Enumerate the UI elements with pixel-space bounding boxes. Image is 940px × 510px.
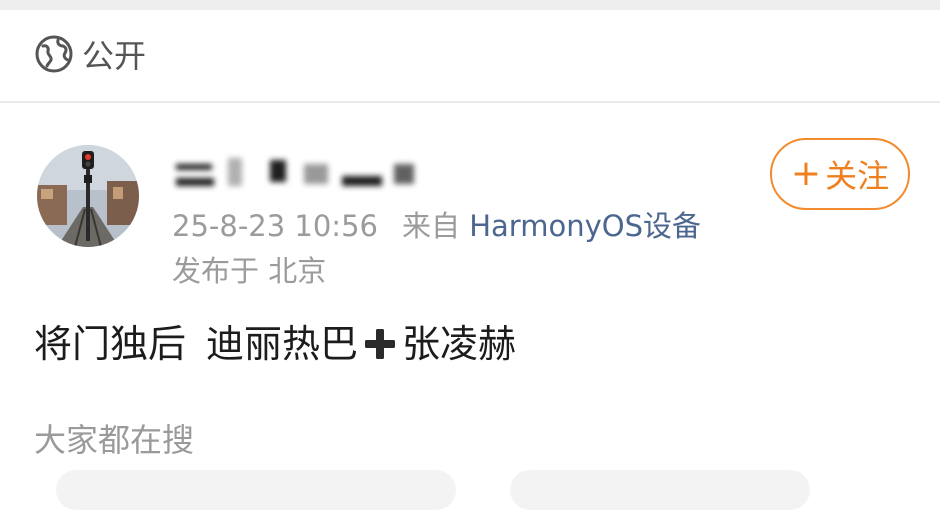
post-meta: 25-8-23 10:56 来自 HarmonyOS设备 — [172, 207, 701, 245]
trending-chip[interactable] — [510, 470, 810, 510]
globe-icon — [34, 34, 74, 78]
source-link[interactable]: HarmonyOS设备 — [469, 209, 701, 243]
visibility-indicator: 公开 — [34, 34, 147, 78]
follow-label: 关注 — [825, 157, 890, 195]
avatar[interactable] — [37, 145, 139, 247]
post-text-a: 将门独后 — [34, 322, 187, 366]
post-text: 将门独后 迪丽热巴 张凌赫 — [34, 320, 516, 368]
timestamp: 25-8-23 10:56 — [172, 209, 378, 243]
follow-button[interactable]: + 关注 — [770, 138, 910, 210]
username-redacted[interactable] — [172, 150, 422, 192]
top-separator — [0, 0, 940, 10]
divider — [0, 101, 940, 103]
location: 发布于 北京 — [172, 254, 327, 288]
trending-chip[interactable] — [56, 470, 456, 510]
source-prefix: 来自 — [401, 209, 460, 243]
post-text-c: 张凌赫 — [402, 322, 517, 366]
visibility-label: 公开 — [82, 37, 147, 75]
heavy-plus-icon — [360, 324, 400, 364]
plus-icon: + — [790, 153, 822, 194]
post-text-b: 迪丽热巴 — [206, 322, 359, 366]
trending-chips — [0, 470, 940, 510]
trending-search-label: 大家都在搜 — [34, 421, 195, 459]
